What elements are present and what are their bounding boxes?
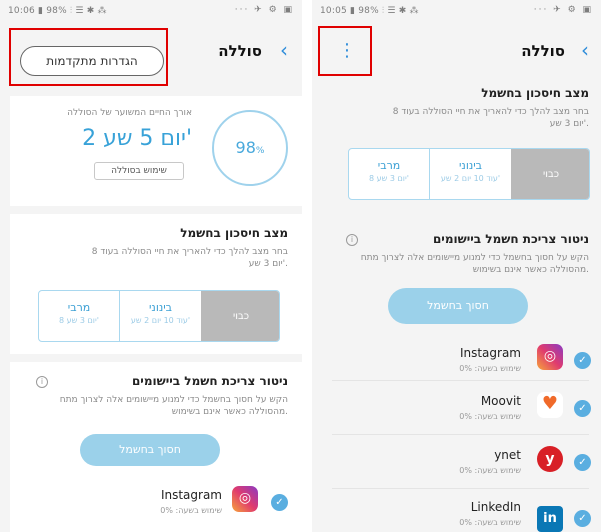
status-icons: ··· ✈ ⚙ ▣ <box>234 5 294 15</box>
app-name: Moovit <box>480 394 521 408</box>
ynet-icon: y <box>537 446 563 472</box>
back-arrow-icon[interactable]: ‹ <box>581 38 589 62</box>
instagram-icon: ◎ <box>537 344 563 370</box>
power-mode-selector: מרבי 8 יום 3 שע' בינוני עוד 10 יום 2 שע' כ… <box>38 290 280 342</box>
power-mode-selector: מרבי 8 יום 3 שע' בינוני עוד 10 יום 2 שע' כ… <box>348 148 590 200</box>
list-item[interactable]: ✓ in LinkedIn שימוש בשעה: 0% <box>312 496 601 532</box>
highlight-box <box>318 26 372 76</box>
status-battery: 98% <box>358 6 379 16</box>
list-item[interactable]: ✓ ♥ Moovit שימוש בשעה: 0% <box>312 388 601 430</box>
power-saving-card: מצב חיסכון בחשמל בחר מצב להלך כדי להאריך… <box>312 86 601 216</box>
check-icon[interactable]: ✓ <box>574 454 591 471</box>
status-bar: 10:06 ▮ 98% ⫶ ☰ ✱ ⁂ ··· ✈ ⚙ ▣ <box>8 5 294 16</box>
status-icons: ··· ✈ ⚙ ▣ <box>533 5 593 15</box>
app-monitor-title: ניטור צריכת חשמל ביישומים <box>131 374 288 388</box>
estimated-life-label: אורך החיים המשוער של הסוללה <box>67 108 192 118</box>
mode-option-off[interactable]: כבוי <box>201 291 279 341</box>
mode-option-medium[interactable]: בינוני עוד 10 יום 2 שע' <box>429 149 511 199</box>
page-title: סוללה <box>521 42 565 60</box>
app-usage: שימוש בשעה: 0% <box>459 364 521 373</box>
app-usage: שימוש בשעה: 0% <box>459 466 521 475</box>
app-monitor-card: i ניטור צריכת חשמל ביישומים הקש על חסוך … <box>312 224 601 532</box>
power-saving-title: מצב חיסכון בחשמל <box>481 86 589 100</box>
info-icon[interactable]: i <box>346 234 358 246</box>
battery-percent: 98 <box>235 138 256 157</box>
app-usage: שימוש בשעה: 0% <box>160 506 222 515</box>
status-time: 10:05 <box>320 6 347 16</box>
app-name: LinkedIn <box>470 500 521 514</box>
left-screenshot: 10:06 ▮ 98% ⫶ ☰ ✱ ⁂ ··· ✈ ⚙ ▣ ‹ סוללה הג… <box>0 0 302 532</box>
moovit-icon: ♥ <box>537 392 563 418</box>
info-icon[interactable]: i <box>36 376 48 388</box>
app-name: Instagram <box>160 488 222 502</box>
highlight-box <box>9 28 168 86</box>
linkedin-icon: in <box>537 506 563 532</box>
status-time: 10:06 <box>8 6 35 16</box>
power-saving-description: בחר מצב להלך כדי להאריך את חיי הסוללה בע… <box>91 247 288 269</box>
divider <box>332 380 589 381</box>
percent-sign: % <box>255 146 265 156</box>
power-saving-title: מצב חיסכון בחשמל <box>180 226 288 240</box>
battery-usage-button[interactable]: שימוש בסוללה <box>94 162 184 180</box>
power-saving-description: בחר מצב להלך כדי להאריך את חיי הסוללה בע… <box>392 107 589 129</box>
instagram-icon: ◎ <box>232 486 258 512</box>
list-item[interactable]: ✓ ◎ Instagram שימוש בשעה: 0% <box>312 336 601 378</box>
app-usage: שימוש בשעה: 0% <box>459 412 521 421</box>
battery-card: 98% אורך החיים המשוער של הסוללה 2 יום 5 … <box>10 96 302 206</box>
status-battery: 98% <box>46 6 67 16</box>
divider <box>332 434 589 435</box>
app-monitor-card: i ניטור צריכת חשמל ביישומים הקש על חסוך … <box>10 362 302 532</box>
check-icon[interactable]: ✓ <box>271 494 288 511</box>
status-bar: 10:05 ▮ 98% ⫶ ☰ ✱ ⁂ ··· ✈ ⚙ ▣ <box>320 5 593 16</box>
check-icon[interactable]: ✓ <box>574 400 591 417</box>
battery-gauge: 98% <box>212 110 288 186</box>
mode-option-medium[interactable]: בינוני עוד 10 יום 2 שע' <box>119 291 201 341</box>
list-item[interactable]: ✓ ◎ Instagram שימוש בשעה: 0% <box>10 478 302 520</box>
mode-option-max[interactable]: מרבי 8 יום 3 שע' <box>349 149 429 199</box>
check-icon[interactable]: ✓ <box>574 510 591 527</box>
mode-option-max[interactable]: מרבי 8 יום 3 שע' <box>39 291 119 341</box>
mode-option-off[interactable]: כבוי <box>511 149 589 199</box>
save-power-button[interactable]: חסוך בחשמל <box>80 434 220 466</box>
app-usage: שימוש בשעה: 0% <box>459 518 521 527</box>
save-power-button[interactable]: חסוך בחשמל <box>388 288 528 324</box>
check-icon[interactable]: ✓ <box>574 352 591 369</box>
back-arrow-icon[interactable]: ‹ <box>280 38 288 62</box>
page-title: סוללה <box>218 42 262 60</box>
app-name: Instagram <box>459 346 521 360</box>
app-monitor-title: ניטור צריכת חשמל ביישומים <box>432 232 589 246</box>
right-screenshot: 10:05 ▮ 98% ⫶ ☰ ✱ ⁂ ··· ✈ ⚙ ▣ ‹ סוללה ⋮ … <box>312 0 601 532</box>
remaining-time: 2 יום 5 שע' <box>82 126 192 151</box>
list-item[interactable]: ✓ y ynet שימוש בשעה: 0% <box>312 442 601 484</box>
app-monitor-description: הקש על חסוך בחשמל כדי למנוע מיישומים אלה… <box>360 253 589 275</box>
divider <box>332 488 589 489</box>
power-saving-card: מצב חיסכון בחשמל בחר מצב להלך כדי להאריך… <box>10 214 302 354</box>
app-name: ynet <box>494 448 521 462</box>
app-monitor-description: הקש על חסוך בחשמל כדי למנוע מיישומים אלה… <box>59 395 288 417</box>
